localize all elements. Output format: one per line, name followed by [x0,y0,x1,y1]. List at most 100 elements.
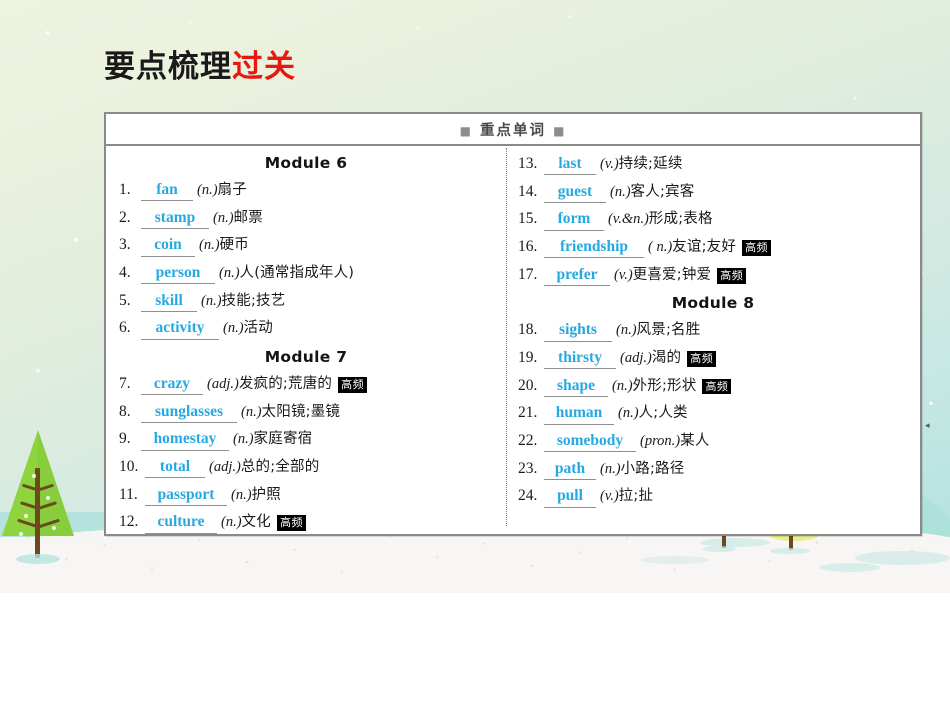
word-entry: 24. pull (v.) 拉;扯 [506,484,920,512]
word-entry: 1. fan (n.) 扇子 [106,178,506,206]
pine-tree-trunk [35,468,40,558]
page-title: 要点梳理过关 [104,52,296,83]
mini-tree-shadow-3 [770,548,810,554]
word-entry-answer-blank[interactable]: sights [544,322,612,342]
word-entry-answer-blank[interactable]: shape [544,377,608,397]
word-entry-answer-blank[interactable]: prefer [544,266,610,287]
word-entry: 2. stamp (n.) 邮票 [106,206,506,234]
pine-tree-illustration [2,430,74,564]
word-entry-answer-blank[interactable]: fan [141,181,193,202]
high-frequency-badge: 高频 [338,377,368,393]
word-column-left: Module 6 1. fan (n.) 扇子 2. stamp (n.) 邮票 3. coin (n… [106,146,506,534]
word-entry-part-of-speech: (adj.) [620,350,652,367]
word-entry-number: 11. [119,485,138,503]
word-entry-part-of-speech: (n.) [618,405,639,422]
word-entry-part-of-speech: (v.) [600,488,619,505]
word-entry: 22. somebody (pron.) 某人 [506,429,920,457]
high-frequency-badge: 高频 [742,240,772,256]
word-entry: 3. coin (n.) 硬币 [106,233,506,261]
word-entry-meaning: 发疯的;荒唐的 [238,376,333,393]
word-entry: 18. sights (n.) 风景;名胜 [506,318,920,346]
word-entry-answer-blank[interactable]: passport [145,486,227,506]
slide-canvas: 要点梳理过关 ■ 重点单词 ■ Module 6 1. fan (n.) 扇子 2. sta… [0,0,950,713]
word-entry-part-of-speech: (n.) [223,320,244,337]
word-entry-number: 5. [119,291,131,309]
word-entry-answer-blank[interactable]: form [544,211,604,231]
word-entry-meaning: 家庭寄宿 [253,431,313,448]
word-entry-part-of-speech: (n.) [600,460,621,477]
high-frequency-badge: 高频 [687,351,717,367]
word-entry-part-of-speech: (n.) [233,431,254,448]
word-entry-answer-blank[interactable]: stamp [141,209,209,230]
word-entry-answer-blank[interactable]: homestay [141,431,229,451]
word-entry-number: 23. [518,459,538,477]
word-entry-meaning: 友谊;友好 [672,239,737,256]
word-entry: 23. path (n.) 小路;路径 [506,456,920,484]
word-entry-number: 9. [119,430,131,448]
word-entry-part-of-speech: (pron.) [640,432,681,449]
word-entry-answer-blank[interactable]: somebody [544,432,636,453]
module-heading: Module 8 [671,294,755,313]
word-entry-part-of-speech: (n.) [221,514,242,531]
word-entry-meaning: 外形;形状 [632,377,697,394]
word-entry-answer-blank[interactable]: pull [544,487,596,508]
high-frequency-badge: 高频 [276,515,306,531]
word-entry-number: 7. [119,375,131,393]
word-entry-number: 19. [518,349,538,367]
word-entry-number: 6. [119,319,131,337]
word-entry-answer-blank[interactable]: culture [145,513,217,534]
word-entry-number: 8. [119,402,131,420]
word-entry: 5. skill (n.) 技能;技艺 [106,289,506,317]
word-entry-meaning: 扇子 [217,182,247,199]
word-entry-meaning: 小路;路径 [620,460,685,477]
word-entry-answer-blank[interactable]: human [544,405,614,425]
word-entry-number: 2. [119,208,131,226]
word-entry-answer-blank[interactable]: friendship [544,238,644,259]
word-entry-meaning: 某人 [680,432,710,449]
word-entry-answer-blank[interactable]: sunglasses [141,403,237,423]
word-entry-answer-blank[interactable]: total [145,458,205,479]
word-entry-part-of-speech: (n.) [219,265,240,282]
word-entry-part-of-speech: (n.) [213,209,234,226]
word-entry-meaning: 文化 [241,514,271,531]
word-entry-meaning: 更喜爱;钟爱 [632,266,712,283]
word-entry-part-of-speech: (n.) [197,182,218,199]
word-entry-meaning: 护照 [251,486,281,503]
snow-blob-2 [820,563,880,572]
word-entry-answer-blank[interactable]: coin [141,237,195,257]
word-entry: 21. human (n.) 人;人类 [506,401,920,429]
word-entry-number: 16. [518,238,538,256]
word-entry-answer-blank[interactable]: person [141,264,215,285]
square-bullet-right-icon: ■ [553,123,567,138]
word-entry: 13. last (v.) 持续;延续 [506,152,920,180]
word-entry: 14. guest (n.) 客人;宾客 [506,180,920,208]
word-entry-number: 20. [518,376,538,394]
snow-dot [19,532,23,536]
word-entry: 19. thirsty (adj.) 渴的 高频 [506,346,920,374]
word-entry-answer-blank[interactable]: path [544,460,596,480]
word-entry-meaning: 人(通常指成年人) [239,265,355,282]
word-entry-number: 17. [518,265,538,283]
word-entry-meaning: 客人;宾客 [630,183,695,200]
word-entry-meaning: 渴的 [651,350,682,367]
word-entry-answer-blank[interactable]: last [544,155,596,176]
word-entry-answer-blank[interactable]: thirsty [544,349,616,370]
square-bullet-left-icon: ■ [459,123,473,138]
word-entry-part-of-speech: (n.) [610,183,631,200]
mini-tree-shadow-2 [702,546,736,552]
word-entry-meaning: 太阳镜;墨镜 [261,403,341,420]
word-entry-answer-blank[interactable]: skill [141,292,197,313]
word-entry-meaning: 技能;技艺 [221,292,286,309]
vocabulary-content-box: ■ 重点单词 ■ Module 6 1. fan (n.) 扇子 2. stamp (n.) 邮… [104,112,922,536]
edge-tick-mark: ◂ [925,420,930,430]
word-entry-answer-blank[interactable]: guest [544,183,606,204]
word-entry-part-of-speech: ( n.) [648,239,673,256]
word-entry-answer-blank[interactable]: activity [141,320,219,340]
pine-tree-ground-shadow [16,554,60,564]
module-heading: Module 6 [264,154,348,172]
box-body: Module 6 1. fan (n.) 扇子 2. stamp (n.) 邮票 3. coin (n… [106,146,920,534]
word-entry-answer-blank[interactable]: crazy [141,375,203,396]
word-entry-number: 1. [119,181,131,199]
word-entry: 7. crazy (adj.) 发疯的;荒唐的 高频 [106,372,506,400]
word-entry-meaning: 形成;表格 [648,211,713,228]
